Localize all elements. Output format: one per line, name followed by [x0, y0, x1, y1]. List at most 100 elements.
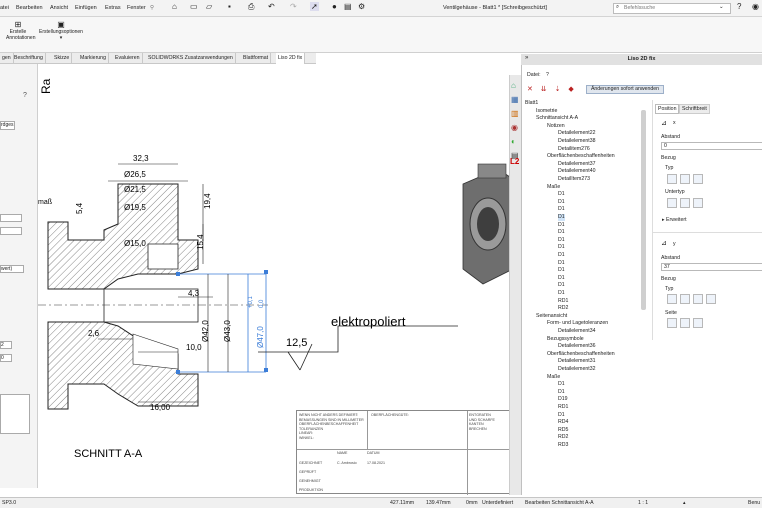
tree-item[interactable]: Notizen: [547, 123, 565, 130]
dim-32-3[interactable]: 32,3: [133, 154, 149, 163]
y-ref-type-line-button[interactable]: [693, 294, 703, 304]
tree-item[interactable]: D1: [558, 381, 565, 388]
resources-icon[interactable]: ⌂: [511, 81, 516, 90]
y-ref-type-edge-button[interactable]: [667, 294, 677, 304]
dim-10-0[interactable]: 10,0: [186, 343, 202, 352]
tree-item[interactable]: Detailelement31: [558, 358, 596, 365]
command-search-input[interactable]: Befehlssuche: [613, 3, 731, 14]
tree-item[interactable]: D1: [558, 290, 565, 297]
section-label[interactable]: SCHNITT A-A: [74, 448, 143, 460]
redo-icon[interactable]: ↷: [290, 2, 297, 11]
liso-2d-fix-icon[interactable]: L2: [510, 157, 519, 166]
left-field-1[interactable]: [0, 214, 22, 222]
tab-evaluieren[interactable]: Evaluieren: [113, 53, 143, 64]
tab-beschriftung[interactable]: Beschriftung: [12, 53, 46, 64]
dim-4-3[interactable]: 4,3: [188, 289, 200, 298]
tree-item[interactable]: D1: [558, 389, 565, 396]
note-elektropoliert[interactable]: elektropoliert: [331, 314, 406, 329]
tree-item[interactable]: D1: [558, 214, 565, 221]
user-icon[interactable]: ◉: [752, 2, 759, 11]
tree-item[interactable]: Detailelement34: [558, 328, 596, 335]
tab-markierung[interactable]: Markierung: [78, 53, 109, 64]
tree-item[interactable]: Detailelement37: [558, 161, 596, 168]
menu-edit[interactable]: Bearbeiten: [16, 5, 43, 11]
tree-item[interactable]: D1: [558, 275, 565, 282]
tree-item[interactable]: D1: [558, 237, 565, 244]
side-left-button[interactable]: [667, 318, 677, 328]
menu-window[interactable]: Fenster: [127, 5, 146, 11]
dim-5-4[interactable]: 5,4: [75, 202, 84, 214]
dim-2-6[interactable]: 2,6: [88, 329, 100, 338]
advanced-expander[interactable]: ▸ Erweitert: [662, 217, 687, 223]
tree-item[interactable]: Detailelement22: [558, 130, 596, 137]
status-scale[interactable]: 1 : 1: [638, 500, 648, 506]
annotation-tree[interactable]: Blatt1 Isometrie Schnittansicht A-A Notizen…: [525, 100, 645, 492]
tree-item[interactable]: Isometrie: [536, 108, 557, 115]
tree-item[interactable]: D1: [558, 199, 565, 206]
tree-item[interactable]: Seitenansicht: [536, 313, 567, 320]
tree-item[interactable]: D1: [558, 229, 565, 236]
view-palette-icon[interactable]: ◉: [511, 123, 518, 132]
dim-tol-lower[interactable]: 0,0: [259, 299, 265, 308]
tree-item[interactable]: D1: [558, 252, 565, 259]
undo-icon[interactable]: ↶: [268, 2, 275, 11]
panel-toolbar[interactable]: ✕ ⇊ ⇣ ◆: [527, 85, 577, 93]
y-ref-type-point-button[interactable]: [706, 294, 716, 304]
tab-addins[interactable]: SOLIDWORKS Zusatzanwendungen: [146, 53, 236, 64]
dim-d43-0[interactable]: Ø43,0: [223, 320, 232, 342]
tree-item[interactable]: Bezugssymbole: [547, 336, 584, 343]
tree-item[interactable]: RD2: [558, 434, 568, 441]
subtype-right-button[interactable]: [693, 198, 703, 208]
tree-item[interactable]: D1: [558, 412, 565, 419]
tab-liso-2d-fix[interactable]: Liso 2D fix: [276, 53, 306, 64]
dim-19-4[interactable]: 19,4: [203, 193, 212, 209]
tree-item[interactable]: RD1: [558, 298, 568, 305]
subtype-left-button[interactable]: [667, 198, 677, 208]
create-annotations-button[interactable]: ⊞ Erstelle Annotationen: [6, 20, 35, 41]
ref-type-point-button[interactable]: [693, 174, 703, 184]
dim-16-00[interactable]: 16,00: [150, 403, 171, 412]
left-number-1[interactable]: 2: [0, 341, 12, 349]
search-dropdown-icon[interactable]: ⌄: [719, 4, 724, 10]
save-icon[interactable]: ▪: [228, 2, 231, 11]
new-file-icon[interactable]: ▭: [190, 2, 198, 11]
tab-position[interactable]: Position: [655, 104, 680, 114]
tree-item[interactable]: Detailelement32: [558, 366, 596, 373]
left-list-box[interactable]: [0, 394, 30, 434]
tab-skizze[interactable]: Skizze: [52, 53, 73, 64]
dim-d19-5[interactable]: Ø19,5: [124, 203, 146, 212]
dim-d47-0-selected[interactable]: Ø47,0: [256, 326, 265, 348]
tree-item[interactable]: Schnittansicht A-A: [536, 115, 578, 122]
tree-item[interactable]: Detailelement40: [558, 168, 596, 175]
y-ref-type-none-button[interactable]: [680, 294, 690, 304]
tree-item[interactable]: D1: [558, 244, 565, 251]
menu-tools[interactable]: Extras: [105, 5, 121, 11]
menu-file[interactable]: atei: [0, 5, 9, 11]
x-distance-input[interactable]: 0: [661, 142, 762, 150]
tree-item[interactable]: D1: [558, 191, 565, 198]
home-icon[interactable]: ⌂: [172, 2, 177, 11]
tree-scrollbar[interactable]: [641, 110, 646, 310]
dim-d15-0[interactable]: Ø15,0: [124, 239, 146, 248]
left-number-2[interactable]: 0: [0, 354, 12, 362]
tab-font-width[interactable]: Schriftbreit: [679, 104, 710, 114]
side-center-button[interactable]: [680, 318, 690, 328]
tree-item[interactable]: D19: [558, 396, 568, 403]
tree-item[interactable]: RD2: [558, 305, 568, 312]
tree-item[interactable]: Oberflächenbeschaffenheiten: [547, 153, 615, 160]
menu-view[interactable]: Ansicht: [50, 5, 68, 11]
ref-type-line-button[interactable]: [680, 174, 690, 184]
tree-item[interactable]: Detailelement38: [558, 138, 596, 145]
file-properties-icon[interactable]: ▤: [344, 2, 352, 11]
tree-item[interactable]: Blatt1: [525, 100, 538, 107]
pin-icon[interactable]: ⚲: [150, 5, 154, 11]
tab-blattformat[interactable]: Blattformat: [241, 53, 272, 64]
isometric-view[interactable]: [462, 163, 514, 285]
select-arrow-icon[interactable]: ➚: [310, 2, 319, 11]
dim-15-4[interactable]: 15,4: [196, 234, 205, 250]
tree-item[interactable]: RD4: [558, 419, 568, 426]
tree-item[interactable]: D1: [558, 206, 565, 213]
dim-d21-5[interactable]: Ø21,5: [124, 185, 146, 194]
tree-item[interactable]: Detailitem276: [558, 146, 590, 153]
open-folder-icon[interactable]: ▱: [206, 2, 212, 11]
